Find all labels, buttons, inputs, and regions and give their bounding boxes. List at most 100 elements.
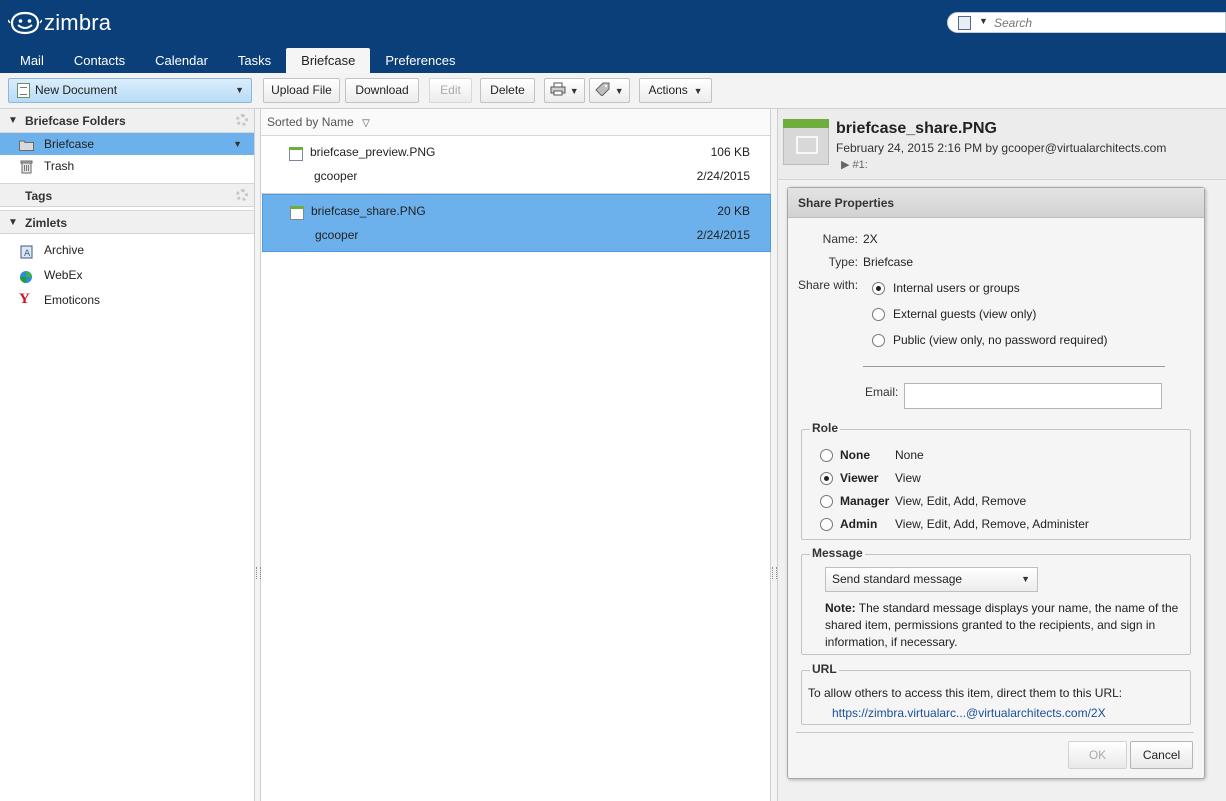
file-date: 2/24/2015 (696, 169, 750, 183)
tags-label: Tags (25, 189, 53, 203)
sidebar-item-label: Archive (44, 243, 85, 257)
chevron-down-icon: ▼ (569, 86, 579, 96)
message-group: Message Send standard message ▼ Note: Th… (801, 546, 1191, 655)
zimbra-logo[interactable]: zimbra (7, 9, 111, 37)
list-item[interactable]: briefcase_share.PNG 20 KB gcooper 2/24/2… (262, 194, 771, 252)
dialog-title: Share Properties (788, 188, 1204, 218)
chevron-down-icon[interactable]: ▼ (235, 79, 244, 102)
file-owner: gcooper (315, 228, 359, 242)
tab-preferences[interactable]: Preferences (370, 48, 470, 73)
actions-button[interactable]: Actions ▼ (639, 78, 712, 103)
role-manager-radio[interactable] (820, 495, 833, 508)
cancel-button[interactable]: Cancel (1130, 741, 1193, 769)
zimlets-header[interactable]: ▼ Zimlets (0, 210, 254, 234)
role-none-name[interactable]: None (840, 448, 870, 462)
share-internal-label[interactable]: Internal users or groups (893, 281, 1020, 295)
sidebar-item-emoticons[interactable]: Y Emoticons (0, 288, 254, 313)
sidebar-item-webex[interactable]: WebEx (0, 263, 254, 288)
role-admin-radio[interactable] (820, 518, 833, 531)
chevron-down-icon: ▼ (691, 86, 703, 96)
svg-text:A: A (24, 249, 31, 259)
delete-button[interactable]: Delete (480, 78, 535, 103)
tag-icon (595, 82, 614, 97)
chevron-down-icon[interactable]: ▼ (233, 133, 242, 155)
image-placeholder-icon (796, 136, 818, 154)
emoticons-icon: Y (19, 291, 30, 307)
chevron-down-icon[interactable]: ▼ (979, 16, 988, 26)
role-group: Role None None Viewer View Manager View,… (801, 421, 1191, 540)
role-admin-name[interactable]: Admin (840, 517, 877, 531)
list-item[interactable]: briefcase_preview.PNG 106 KB gcooper 2/2… (261, 136, 770, 194)
file-date: 2/24/2015 (696, 228, 750, 242)
new-document-icon (17, 83, 30, 98)
edit-button[interactable]: Edit (429, 78, 472, 103)
role-legend: Role (810, 421, 841, 435)
preview-title: briefcase_share.PNG (836, 120, 997, 137)
image-file-icon (783, 119, 829, 165)
share-public-radio[interactable] (872, 334, 885, 347)
sidebar-item-archive[interactable]: A Archive (0, 238, 254, 263)
sidebar-item-briefcase[interactable]: Briefcase ▼ (0, 133, 254, 155)
role-viewer-desc: View (895, 471, 921, 485)
sidebar-item-trash[interactable]: Trash (0, 155, 254, 177)
app-tabs: Mail Contacts Calendar Tasks Briefcase P… (5, 48, 470, 73)
sidebar-item-label: WebEx (44, 268, 83, 282)
role-manager-name[interactable]: Manager (840, 494, 889, 508)
briefcase-folders-header[interactable]: ▼ Briefcase Folders (0, 109, 254, 133)
preview-header: briefcase_share.PNG February 24, 2015 2:… (778, 109, 1226, 180)
collapse-icon[interactable]: ▼ (8, 211, 18, 235)
search-input[interactable] (994, 15, 1214, 30)
image-file-icon (289, 147, 303, 161)
sort-direction-icon[interactable]: ▽ (362, 118, 370, 129)
name-label: Name: (822, 232, 858, 246)
chevron-down-icon: ▼ (1021, 574, 1030, 584)
url-legend: URL (810, 662, 839, 676)
sidebar-item-label: Trash (44, 159, 75, 173)
upload-file-button[interactable]: Upload File (263, 78, 340, 103)
divider (863, 366, 1165, 367)
top-header: zimbra ▼ Mail Contacts Calendar Tasks Br… (0, 0, 1226, 73)
tab-mail[interactable]: Mail (5, 48, 59, 73)
archive-icon: A (19, 243, 34, 259)
zimbra-logo-icon (7, 10, 43, 36)
tab-tasks[interactable]: Tasks (223, 48, 286, 73)
search-box[interactable]: ▼ (947, 12, 1226, 33)
actions-label: Actions (648, 83, 688, 97)
email-field[interactable] (904, 383, 1162, 409)
role-viewer-radio[interactable] (820, 472, 833, 485)
share-external-radio[interactable] (872, 308, 885, 321)
message-select-value: Send standard message (832, 572, 963, 586)
new-document-button[interactable]: New Document ▼ (8, 78, 252, 103)
version-toggle[interactable]: ▶ #1: (841, 158, 868, 171)
url-group: URL To allow others to access this item,… (801, 662, 1191, 725)
folder-icon (19, 137, 34, 151)
share-url-link[interactable]: https://zimbra.virtualarc...@virtualarch… (832, 706, 1106, 720)
share-with-label: Share with: (798, 278, 859, 292)
gear-icon[interactable] (236, 114, 248, 126)
new-document-label: New Document (35, 83, 118, 97)
download-button[interactable]: Download (345, 78, 419, 103)
tags-header[interactable]: Tags (0, 183, 254, 207)
file-size: 20 KB (717, 204, 750, 218)
tab-contacts[interactable]: Contacts (59, 48, 140, 73)
sidebar-item-label: Emoticons (44, 293, 101, 307)
message-select[interactable]: Send standard message ▼ (825, 567, 1038, 592)
print-button[interactable]: ▼ (544, 78, 585, 103)
share-public-label[interactable]: Public (view only, no password required) (893, 333, 1108, 347)
tab-briefcase[interactable]: Briefcase (286, 48, 371, 73)
role-none-radio[interactable] (820, 449, 833, 462)
tab-calendar[interactable]: Calendar (140, 48, 223, 73)
share-external-label[interactable]: External guests (view only) (893, 307, 1036, 321)
gear-icon[interactable] (236, 189, 248, 201)
email-label: Email: (865, 385, 899, 399)
search-type-icon[interactable] (958, 16, 971, 30)
file-owner: gcooper (314, 169, 358, 183)
type-value: Briefcase (863, 255, 914, 269)
image-file-icon (290, 206, 304, 220)
share-internal-radio[interactable] (872, 282, 885, 295)
sort-header[interactable]: Sorted by Name ▽ (261, 109, 770, 136)
role-viewer-name[interactable]: Viewer (840, 471, 878, 485)
ok-button[interactable]: OK (1068, 741, 1127, 769)
collapse-icon[interactable]: ▼ (8, 109, 18, 133)
tag-button[interactable]: ▼ (589, 78, 630, 103)
